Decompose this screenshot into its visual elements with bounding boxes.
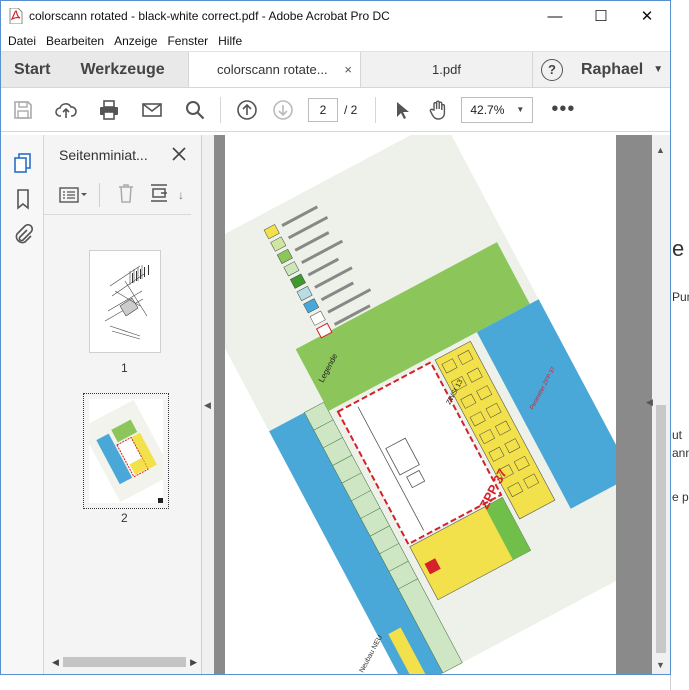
main-area: Seitenminiat... ↓ 1 2 ◀ ▶ ◀ ZPP 37 Legen…: [1, 135, 670, 674]
thumbnail-label-1: 1: [121, 361, 128, 375]
overflow-arrow-icon[interactable]: ↓: [178, 188, 184, 202]
pdf-file-icon: [9, 7, 23, 25]
panel-header: Seitenminiat...: [44, 135, 201, 175]
close-icon[interactable]: [171, 146, 187, 165]
tab-document-label: colorscann rotate...: [217, 62, 328, 77]
tools-separator: [99, 182, 100, 207]
hand-tool-icon[interactable]: [423, 90, 453, 130]
background-text: e: [672, 236, 685, 261]
insert-page-icon[interactable]: [148, 182, 170, 207]
collapse-panel-arrow-icon[interactable]: ◀: [204, 400, 211, 411]
menu-fenster[interactable]: Fenster: [164, 34, 211, 48]
menu-hilfe[interactable]: Hilfe: [215, 34, 245, 48]
document-vscrollbar[interactable]: ▲ ◀ ▼: [646, 135, 670, 674]
scroll-left-icon[interactable]: ◀: [52, 657, 59, 668]
scroll-thumb[interactable]: [656, 405, 666, 653]
window-title: colorscann rotated - black-white correct…: [29, 9, 390, 23]
tab-bar: Start Werkzeuge colorscann rotate... × 1…: [1, 52, 670, 88]
document-view[interactable]: ZPP 37 Legende ZWSt 13 Perimeter ZPP 37 …: [214, 135, 670, 674]
mail-icon[interactable]: [130, 90, 173, 130]
page-up-icon[interactable]: [225, 90, 268, 130]
tab-werkzeuge[interactable]: Werkzeuge: [80, 61, 164, 79]
background-window: e Pun ut ann e p: [670, 0, 689, 690]
scroll-right-icon[interactable]: ▶: [190, 657, 197, 668]
toolbar-separator: [220, 96, 221, 123]
search-icon[interactable]: [173, 90, 216, 130]
panel-title: Seitenminiat...: [59, 147, 148, 163]
menu-anzeige[interactable]: Anzeige: [111, 34, 160, 48]
minimize-button[interactable]: —: [532, 1, 578, 31]
page-number-input[interactable]: 2: [308, 97, 338, 122]
scroll-up-icon[interactable]: ▲: [656, 145, 665, 155]
thumbnails-panel: Seitenminiat... ↓ 1 2 ◀ ▶: [44, 135, 211, 674]
menu-bar: Datei Bearbeiten Anzeige Fenster Hilfe: [1, 31, 670, 52]
background-text: ann: [672, 446, 689, 460]
page-thumbnails-icon[interactable]: [1, 145, 44, 181]
close-button[interactable]: ✕: [624, 1, 670, 31]
select-cursor-icon[interactable]: [380, 90, 423, 130]
help-icon[interactable]: ?: [541, 58, 563, 81]
maximize-button[interactable]: ☐: [578, 1, 624, 31]
panel-hscrollbar[interactable]: ◀ ▶: [52, 654, 197, 670]
menu-datei[interactable]: Datei: [5, 34, 39, 48]
page-total: / 2: [344, 102, 358, 117]
save-icon[interactable]: [1, 90, 44, 130]
account-area: ? Raphael ▼: [533, 52, 670, 87]
toolbar: 2 / 2 42.7% ▼ •••: [1, 88, 670, 132]
toolbar-separator: [375, 96, 377, 123]
user-name[interactable]: Raphael: [581, 61, 643, 79]
background-text: ut: [672, 428, 683, 442]
tab-document-1pdf[interactable]: 1.pdf: [361, 52, 533, 87]
thumbnail-page-1[interactable]: [89, 250, 161, 353]
options-menu-icon[interactable]: [59, 186, 89, 204]
trash-icon[interactable]: [116, 182, 136, 207]
zoom-select[interactable]: 42.7% ▼: [461, 96, 534, 123]
left-rail: [1, 135, 44, 674]
attachment-icon[interactable]: [1, 217, 44, 253]
background-text: e p: [672, 490, 689, 504]
tab-document-active[interactable]: colorscann rotate... ×: [189, 52, 361, 87]
tab-group-home: Start Werkzeuge: [1, 52, 189, 87]
print-icon[interactable]: [87, 90, 130, 130]
acrobat-window: colorscann rotated - black-white correct…: [0, 0, 671, 675]
scroll-down-icon[interactable]: ▼: [656, 660, 665, 670]
zoom-value: 42.7%: [470, 102, 505, 117]
more-tools-icon[interactable]: •••: [551, 98, 575, 121]
menu-bearbeiten[interactable]: Bearbeiten: [43, 34, 107, 48]
background-text: Pun: [672, 290, 689, 304]
panel-tools: ↓: [44, 175, 191, 215]
thumbnail-page-2[interactable]: [80, 399, 174, 503]
page-down-icon[interactable]: [268, 90, 298, 130]
thumbnail-label-2: 2: [121, 511, 128, 525]
pdf-page: ZPP 37 Legende ZWSt 13 Perimeter ZPP 37 …: [225, 135, 616, 674]
collapse-right-icon[interactable]: ◀: [646, 397, 653, 408]
tab-start[interactable]: Start: [14, 61, 50, 79]
scroll-thumb[interactable]: [62, 657, 187, 667]
cloud-upload-icon[interactable]: [44, 90, 87, 130]
chevron-down-icon[interactable]: ▼: [653, 64, 663, 75]
title-bar: colorscann rotated - black-white correct…: [1, 1, 670, 31]
tab-close-icon[interactable]: ×: [344, 62, 352, 77]
chevron-down-icon: ▼: [516, 105, 525, 114]
splitter[interactable]: ◀: [202, 135, 214, 674]
bookmark-icon[interactable]: [1, 181, 44, 217]
